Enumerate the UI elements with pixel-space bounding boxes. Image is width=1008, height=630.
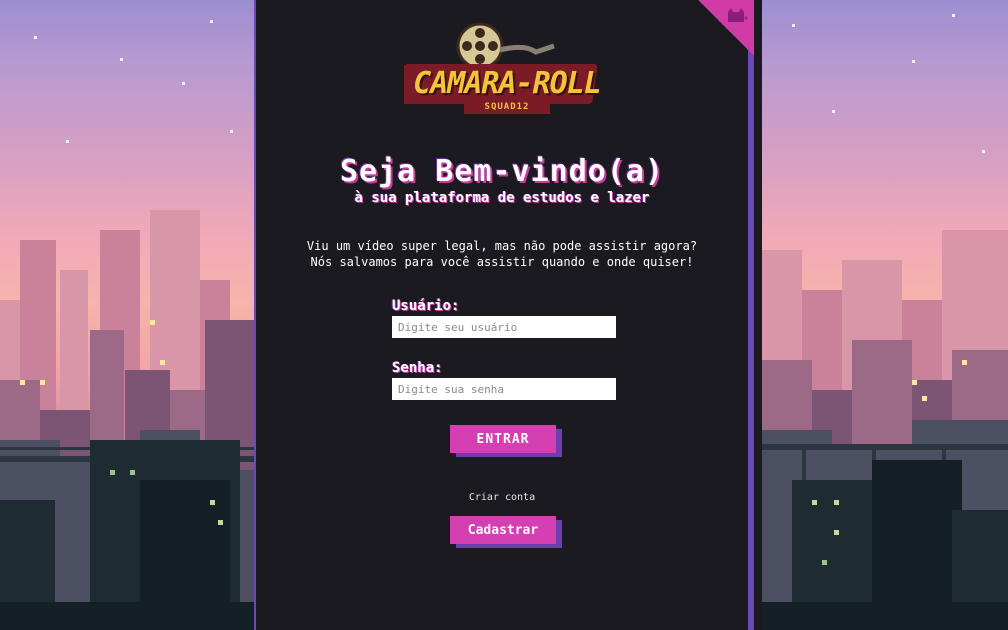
page-title: Seja Bem-vindo(a) (339, 154, 665, 189)
logo-main-text: CAMARA-ROLL (413, 66, 602, 101)
login-panel: CAMARA-ROLL SQUAD12 Seja Bem-vindo(a) à … (254, 0, 754, 630)
create-account-text: Criar conta (468, 492, 536, 503)
username-input[interactable] (392, 316, 616, 338)
password-label: Senha: (392, 360, 443, 376)
page-subtitle: à sua plataforma de estudos e lazer (354, 190, 650, 206)
intro-line-2: Nós salvamos para você assistir quando e… (310, 255, 694, 269)
username-label: Usuário: (392, 298, 460, 314)
city-background-left (0, 0, 254, 630)
brand-logo: CAMARA-ROLL SQUAD12 (398, 20, 610, 120)
intro-line-1: Viu um vídeo super legal, mas não pode a… (306, 239, 698, 253)
login-button[interactable]: ENTRAR (450, 425, 556, 453)
signup-button[interactable]: Cadastrar (450, 516, 556, 544)
cat-icon (728, 8, 747, 22)
city-background-right (762, 0, 1008, 630)
logo-sub-text: SQUAD12 (484, 102, 530, 112)
intro-text: Viu um vídeo super legal, mas não pode a… (256, 238, 748, 270)
password-input[interactable] (392, 378, 616, 400)
corner-ribbon (698, 0, 754, 56)
